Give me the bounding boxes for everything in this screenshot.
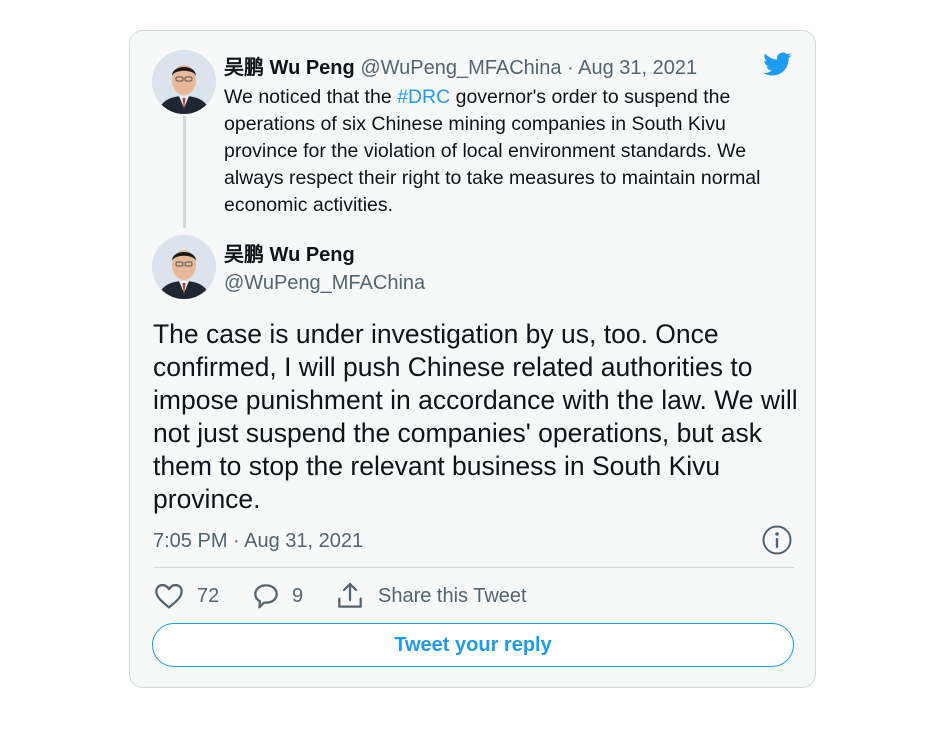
share-label[interactable]: Share this Tweet	[378, 585, 527, 608]
quoted-text-part-1: We noticed that the	[224, 86, 398, 108]
author-name[interactable]: 吴鹏 Wu Peng	[224, 242, 355, 268]
twitter-bird-icon[interactable]	[760, 49, 794, 79]
quoted-tweet-text: We noticed that the #DRC governor's orde…	[224, 84, 804, 219]
quoted-author-avatar[interactable]	[152, 50, 216, 114]
reply-count: 9	[292, 584, 304, 607]
info-icon[interactable]	[761, 524, 793, 556]
quoted-tweet-header: 吴鹏 Wu Peng @WuPeng_MFAChina · Aug 31, 20…	[224, 55, 697, 81]
tweet-text: The case is under investigation by us, t…	[153, 319, 798, 514]
author-handle[interactable]: @WuPeng_MFAChina	[224, 270, 425, 296]
like-action[interactable]: 72	[153, 578, 219, 614]
reply-action[interactable]: 9	[250, 578, 303, 614]
tweet-timestamp[interactable]: 7:05 PM · Aug 31, 2021	[153, 528, 363, 554]
thread-connector-line	[183, 116, 186, 228]
quoted-author-name[interactable]: 吴鹏 Wu Peng	[224, 57, 355, 79]
actions-divider	[153, 567, 794, 568]
share-action[interactable]: Share this Tweet	[334, 578, 527, 614]
share-icon[interactable]	[334, 580, 366, 612]
quoted-tweet-date[interactable]: Aug 31, 2021	[578, 57, 697, 79]
header-separator: ·	[561, 57, 579, 79]
like-count: 72	[197, 584, 220, 607]
reply-bubble-icon[interactable]	[250, 580, 282, 612]
author-avatar[interactable]	[152, 235, 216, 299]
hashtag-link[interactable]: #DRC	[397, 86, 450, 108]
tweet-your-reply-button[interactable]: Tweet your reply	[152, 623, 794, 667]
heart-icon[interactable]	[153, 580, 185, 612]
quoted-author-handle[interactable]: @WuPeng_MFAChina	[360, 57, 561, 79]
